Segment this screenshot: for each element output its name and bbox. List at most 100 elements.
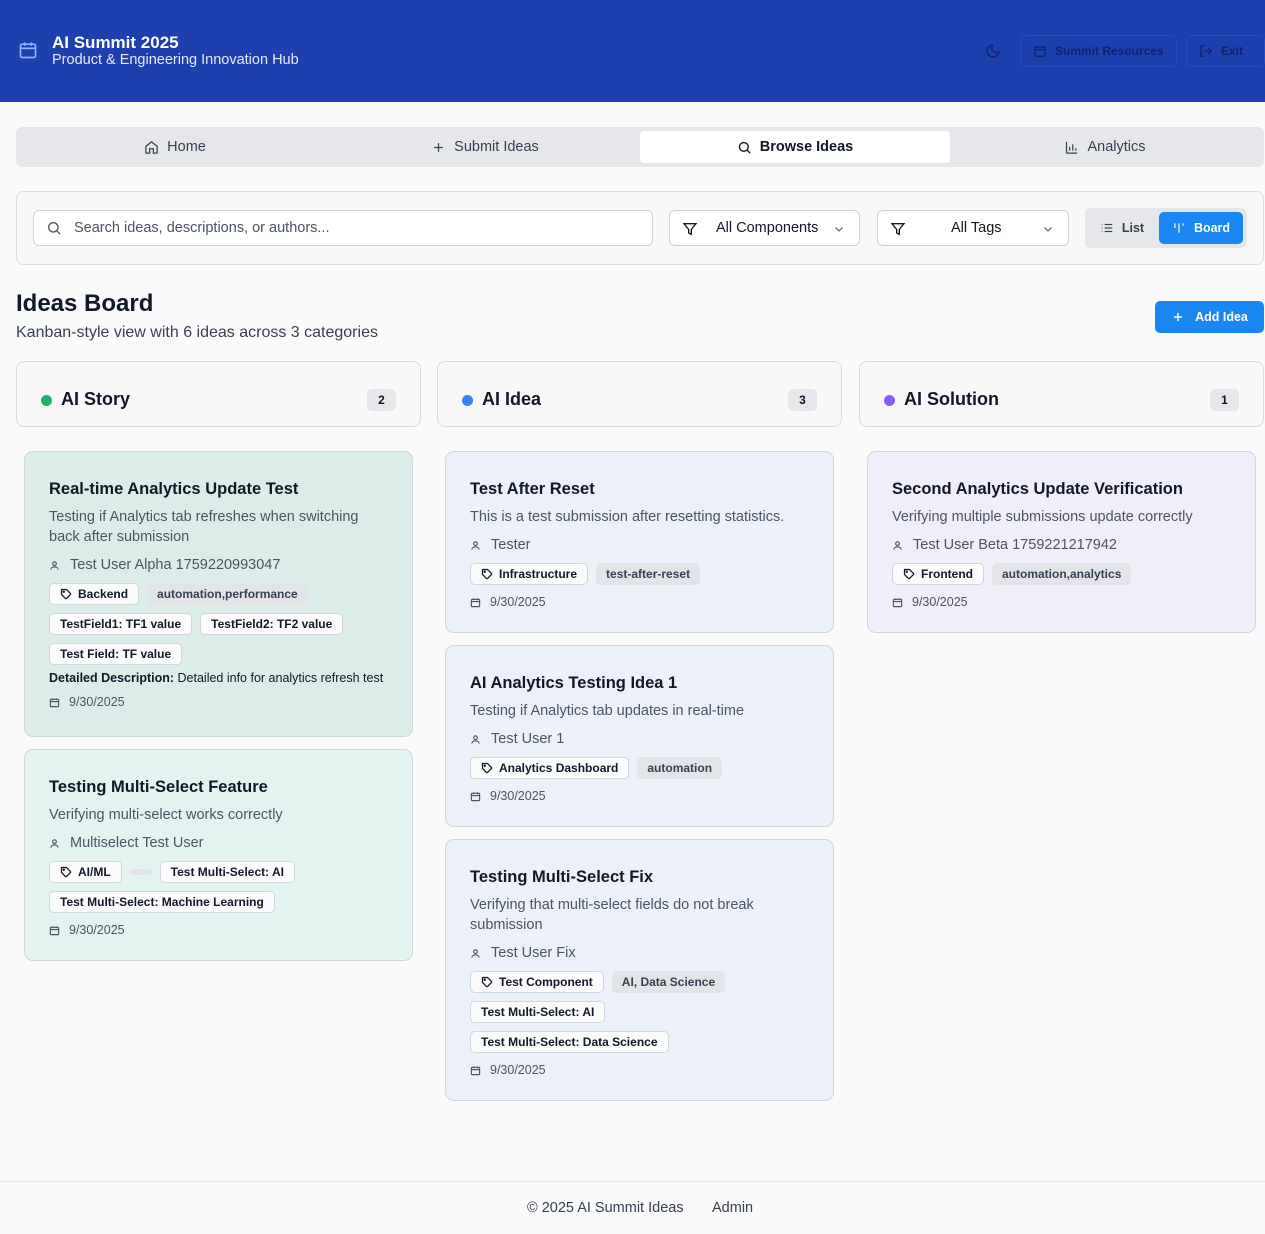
idea-date: 9/30/2025 bbox=[470, 1061, 809, 1079]
list-icon bbox=[1101, 223, 1113, 233]
tab-analytics[interactable]: Analytics bbox=[950, 131, 1260, 163]
calendar-icon bbox=[470, 791, 481, 801]
idea-date: 9/30/2025 bbox=[470, 787, 809, 805]
add-idea-button[interactable]: Add Idea bbox=[1155, 301, 1264, 333]
calendar-icon bbox=[49, 925, 60, 935]
idea-card[interactable]: Second Analytics Update Verification Ver… bbox=[867, 451, 1256, 633]
idea-author: Test User Alpha 1759220993047 bbox=[49, 555, 388, 575]
date-value: 9/30/2025 bbox=[490, 1063, 546, 1077]
column-header-ai-solution: AI Solution 1 bbox=[859, 361, 1264, 427]
list-view-button[interactable]: List bbox=[1089, 212, 1155, 244]
app-subtitle: Product & Engineering Innovation Hub bbox=[52, 52, 299, 68]
tag-icon bbox=[60, 866, 72, 878]
component-badge: AI/ML bbox=[49, 861, 122, 883]
idea-description: Testing if Analytics tab refreshes when … bbox=[49, 509, 359, 545]
board-view-button[interactable]: Board bbox=[1159, 212, 1243, 244]
idea-description: Testing if Analytics tab updates in real… bbox=[470, 703, 745, 719]
idea-author: Test User Fix bbox=[470, 943, 809, 963]
component-badge: Test Component bbox=[470, 971, 604, 993]
field-row: Test Multi-Select: Data Science bbox=[470, 1031, 809, 1053]
idea-description: Verifying that multi-select fields do no… bbox=[470, 897, 754, 933]
idea-card[interactable]: AI Analytics Testing Idea 1 Testing if A… bbox=[445, 645, 834, 827]
idea-card[interactable]: Testing Multi-Select Fix Verifying that … bbox=[445, 839, 834, 1101]
tag-chip: automation,analytics bbox=[992, 563, 1132, 585]
kanban-icon bbox=[1174, 223, 1184, 233]
author-name: Test User Beta 1759221217942 bbox=[913, 537, 1117, 553]
column-name: AI Story bbox=[61, 389, 131, 409]
view-toggle: List Board bbox=[1085, 208, 1247, 248]
column-header-ai-story: AI Story 2 bbox=[16, 361, 421, 427]
copyright-text: © 2025 AI Summit Ideas bbox=[527, 1200, 684, 1216]
tag-row: Frontend automation,analytics bbox=[892, 563, 1231, 585]
column-count-badge: 1 bbox=[1210, 389, 1239, 411]
page-title: Ideas Board bbox=[16, 290, 154, 317]
author-name: Multiselect Test User bbox=[70, 835, 204, 851]
idea-title: Second Analytics Update Verification bbox=[892, 480, 1183, 498]
chevron-down-icon bbox=[835, 227, 843, 232]
page-subtitle: Kanban-style view with 6 ideas across 3 … bbox=[16, 324, 378, 341]
tags-select[interactable]: All Tags bbox=[877, 210, 1069, 246]
list-view-label: List bbox=[1121, 221, 1145, 235]
search-placeholder: Search ideas, descriptions, or authors..… bbox=[74, 220, 330, 236]
bar-chart-icon bbox=[1066, 141, 1078, 154]
chevron-down-icon bbox=[1044, 227, 1052, 232]
tag-row: Infrastructure test-after-reset bbox=[470, 563, 809, 585]
board-view-label: Board bbox=[1193, 221, 1231, 235]
idea-date: 9/30/2025 bbox=[49, 693, 388, 711]
idea-card[interactable]: Test After Reset This is a test submissi… bbox=[445, 451, 834, 633]
tag-row: Analytics Dashboard automation bbox=[470, 757, 809, 779]
components-select[interactable]: All Components bbox=[669, 210, 860, 246]
app-title: AI Summit 2025 bbox=[52, 33, 179, 52]
author-name: Tester bbox=[491, 537, 531, 553]
tab-analytics-label: Analytics bbox=[1087, 139, 1146, 155]
exit-label: Exit bbox=[1221, 44, 1244, 58]
tag-chip: automation,performance bbox=[147, 583, 308, 605]
empty-tag-chip bbox=[129, 869, 152, 875]
tab-home-label: Home bbox=[167, 139, 206, 155]
components-select-label: All Components bbox=[716, 220, 819, 236]
field-chip: TestField2: TF2 value bbox=[200, 613, 344, 635]
summit-resources-label: Summit Resources bbox=[1055, 44, 1164, 58]
idea-date: 9/30/2025 bbox=[892, 593, 1231, 611]
idea-author: Multiselect Test User bbox=[49, 833, 388, 853]
column-name: AI Solution bbox=[904, 389, 999, 409]
idea-card[interactable]: Real-time Analytics Update Test Testing … bbox=[24, 451, 413, 737]
status-dot bbox=[41, 395, 52, 406]
date-value: 9/30/2025 bbox=[912, 595, 968, 609]
user-icon bbox=[471, 540, 480, 550]
tag-icon bbox=[481, 976, 493, 988]
idea-author: Test User Beta 1759221217942 bbox=[892, 535, 1231, 555]
user-icon bbox=[50, 838, 59, 848]
idea-description: This is a test submission after resettin… bbox=[470, 509, 785, 525]
field-row: Test Multi-Select: Machine Learning bbox=[49, 891, 388, 913]
search-icon bbox=[48, 222, 61, 235]
idea-card[interactable]: Testing Multi-Select Feature Verifying m… bbox=[24, 749, 413, 961]
tag-icon bbox=[481, 568, 493, 580]
field-chip: Test Multi-Select: Data Science bbox=[470, 1031, 669, 1053]
admin-link[interactable]: Admin bbox=[712, 1200, 753, 1216]
tag-chip: AI, Data Science bbox=[611, 971, 726, 993]
add-idea-label: Add Idea bbox=[1195, 310, 1248, 324]
home-icon bbox=[145, 140, 158, 154]
exit-button[interactable]: Exit bbox=[1186, 35, 1265, 67]
search-icon bbox=[738, 141, 751, 154]
search-input[interactable]: Search ideas, descriptions, or authors..… bbox=[33, 210, 653, 246]
date-value: 9/30/2025 bbox=[490, 789, 546, 803]
idea-title: AI Analytics Testing Idea 1 bbox=[470, 674, 678, 692]
tab-browse-ideas[interactable]: Browse Ideas bbox=[640, 131, 950, 163]
author-name: Test User Fix bbox=[491, 945, 576, 961]
summit-resources-button[interactable]: Summit Resources bbox=[1020, 35, 1177, 67]
moon-icon[interactable] bbox=[985, 43, 1001, 59]
status-dot bbox=[884, 395, 895, 406]
tab-submit-ideas[interactable]: Submit Ideas bbox=[330, 131, 640, 163]
tags-select-label: All Tags bbox=[951, 220, 1002, 236]
idea-title: Real-time Analytics Update Test bbox=[49, 480, 299, 498]
idea-title: Testing Multi-Select Feature bbox=[49, 778, 268, 796]
tag-chip: automation bbox=[637, 757, 723, 779]
tab-submit-ideas-label: Submit Ideas bbox=[454, 139, 539, 155]
component-badge: Infrastructure bbox=[470, 563, 589, 585]
tab-home[interactable]: Home bbox=[20, 131, 330, 163]
author-name: Test User Alpha 1759220993047 bbox=[70, 557, 281, 573]
filter-icon bbox=[890, 223, 906, 236]
idea-title: Test After Reset bbox=[470, 480, 595, 498]
